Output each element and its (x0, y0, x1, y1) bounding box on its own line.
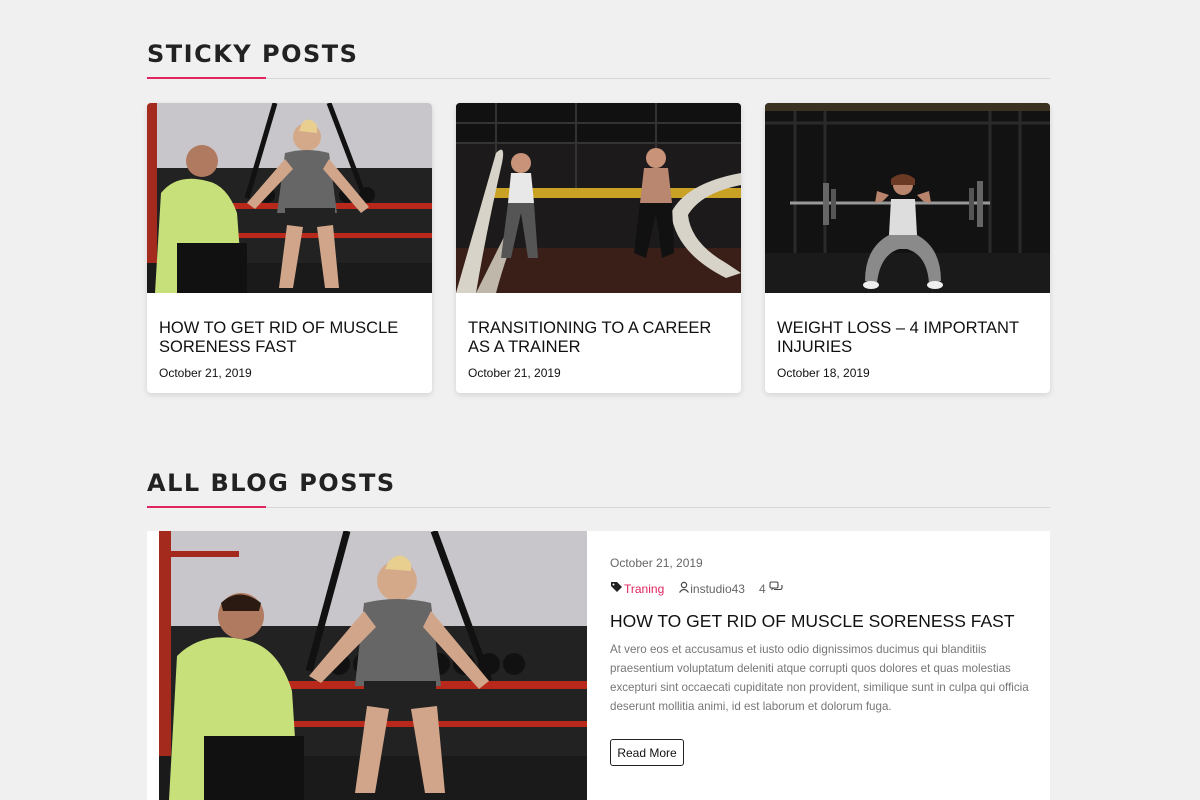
user-icon (678, 581, 690, 596)
sticky-post-card[interactable]: How to get rid of muscle soreness fast O… (147, 103, 432, 393)
post-excerpt: At vero eos et accusamus et iusto odio d… (610, 643, 1029, 713)
post-featured-image[interactable] (159, 531, 587, 800)
post-author[interactable]: instudio43 (690, 582, 745, 596)
post-category-link[interactable]: Traning (624, 582, 664, 596)
card-date: October 18, 2019 (777, 366, 870, 380)
read-more-button[interactable]: Read More (610, 739, 684, 766)
comments-icon (769, 581, 783, 596)
card-date: October 21, 2019 (468, 366, 561, 380)
blog-post: October 21, 2019 Traning instudio43 4 Ho… (147, 531, 1050, 800)
tags-icon (610, 581, 624, 596)
section-divider (147, 507, 1050, 508)
card-title[interactable]: Transitioning to a Career as a Trainer (468, 319, 733, 357)
post-thumbnail[interactable] (456, 103, 741, 293)
post-comment-count[interactable]: 4 (759, 582, 766, 596)
card-title[interactable]: How to get rid of muscle soreness fast (159, 319, 424, 357)
section-divider (147, 78, 1050, 79)
sticky-posts-heading: STICKY POSTS (147, 40, 359, 68)
all-blog-posts-heading: ALL BLOG POSTS (147, 469, 396, 497)
sticky-post-card[interactable]: Transitioning to a Career as a Trainer O… (456, 103, 741, 393)
card-date: October 21, 2019 (159, 366, 252, 380)
post-thumbnail[interactable] (147, 103, 432, 293)
section-accent-bar (147, 506, 266, 508)
sticky-post-card[interactable]: Weight loss – 4 important injuries Octob… (765, 103, 1050, 393)
post-date: October 21, 2019 (610, 556, 703, 570)
section-accent-bar (147, 77, 266, 79)
post-meta: Traning instudio43 4 (610, 581, 783, 596)
post-title[interactable]: How to get rid of muscle soreness fast (610, 611, 1015, 632)
card-title[interactable]: Weight loss – 4 important injuries (777, 319, 1042, 357)
post-thumbnail[interactable] (765, 103, 1050, 293)
